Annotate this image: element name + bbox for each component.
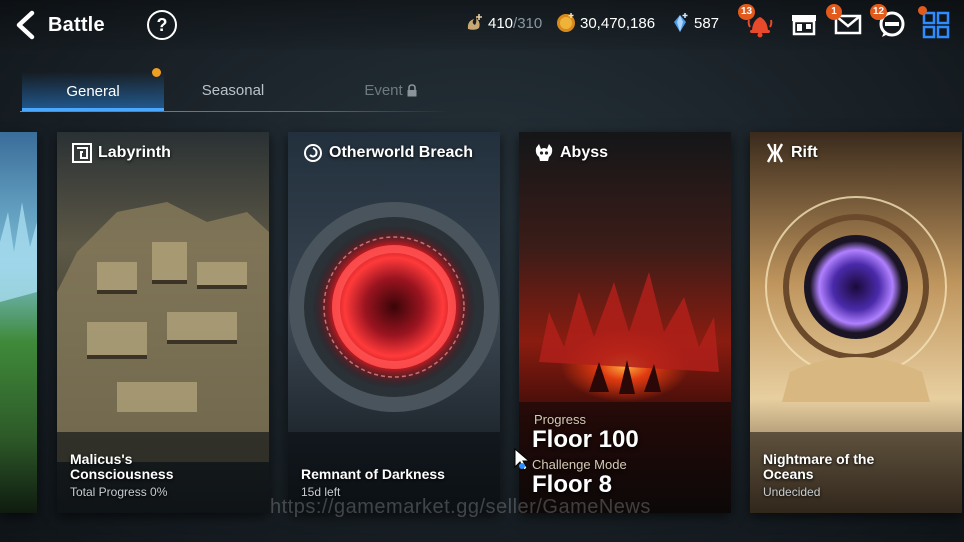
otherworld-stage-name: Remnant of Darkness [301, 466, 445, 482]
stamina-resource[interactable]: 410/310 [464, 13, 542, 33]
gold-coin-icon [557, 13, 575, 32]
card-abyss-title: Abyss [533, 142, 608, 164]
back-button[interactable]: Battle [12, 8, 105, 42]
labyrinth-stage-name: Malicus's Consciousness [70, 451, 174, 482]
chat-button[interactable]: 12 [870, 4, 908, 40]
labyrinth-progress: Total Progress 0% [70, 485, 168, 499]
card-labyrinth[interactable]: Labyrinth Malicus's Consciousness Total … [57, 132, 269, 513]
tabs-divider [20, 111, 450, 112]
shop-button[interactable] [788, 8, 820, 40]
abyss-progress-label: Progress [534, 412, 587, 427]
mail-badge: 1 [826, 4, 842, 20]
notifications-badge: 13 [738, 4, 756, 20]
card-labyrinth-info: Malicus's Consciousness Total Progress 0… [70, 451, 220, 500]
category-tabs: General Seasonal Event [20, 72, 450, 112]
stamina-icon [467, 14, 482, 30]
otherworld-breach-art [288, 132, 500, 513]
shop-icon [792, 15, 816, 36]
abyss-progress-block: Progress Floor 100 Challenge Mode Floor … [532, 412, 639, 498]
gold-resource[interactable]: 30,470,186 [556, 13, 655, 33]
crystal-icon [674, 13, 688, 32]
lock-icon [407, 83, 417, 96]
mail-button[interactable]: 1 [826, 4, 864, 40]
card-otherworld-breach[interactable]: Otherworld Breach Remnant of Darkness 15… [288, 132, 500, 513]
card-otherworld-title: Otherworld Breach [302, 142, 473, 164]
card-rift-info: Nightmare of the Oceans Undecided [763, 451, 913, 500]
tab-general[interactable]: General [22, 72, 164, 111]
rift-status: Undecided [763, 485, 821, 499]
maze-icon [72, 143, 92, 163]
chat-badge: 12 [870, 4, 888, 20]
card-rift-title: Rift [764, 142, 818, 164]
card-rift[interactable]: Rift Nightmare of the Oceans Undecided [750, 132, 962, 513]
notifications-button[interactable]: 13 [738, 4, 776, 40]
rift-stage-name: Nightmare of the Oceans [763, 451, 875, 482]
tab-event-label: Event [364, 81, 403, 99]
card-labyrinth-title: Labyrinth [71, 142, 171, 164]
swirl-icon [304, 144, 322, 162]
page-title: Battle [48, 13, 105, 36]
previous-card-art [0, 132, 37, 513]
demon-skull-icon [535, 144, 553, 161]
abyss-challenge-value: Floor 8 [532, 471, 613, 498]
seasonal-alert-dot [152, 68, 161, 77]
rift-claw-icon [766, 143, 784, 163]
card-abyss[interactable]: Abyss Progress Floor 100 Challenge Mode … [519, 132, 731, 513]
menu-dot [918, 6, 927, 15]
abyss-progress-value: Floor 100 [532, 426, 639, 453]
crystal-resource[interactable]: 587 [670, 13, 719, 33]
card-otherworld-info: Remnant of Darkness 15d left [301, 466, 451, 500]
tab-seasonal[interactable]: Seasonal [162, 72, 304, 108]
help-icon[interactable]: ? [147, 10, 177, 40]
back-arrow-icon [16, 10, 35, 40]
menu-button[interactable] [918, 6, 952, 40]
card-previous-partial[interactable] [0, 132, 37, 513]
tab-event[interactable]: Event [320, 72, 462, 108]
abyss-challenge-label: Challenge Mode [532, 457, 627, 472]
watermark: https://gamemarket.gg/seller/GameNews [270, 496, 651, 518]
top-bar: Battle ? 410/310 30,470,186 587 13 1 12 [0, 0, 964, 50]
mouse-cursor-icon [514, 448, 530, 471]
